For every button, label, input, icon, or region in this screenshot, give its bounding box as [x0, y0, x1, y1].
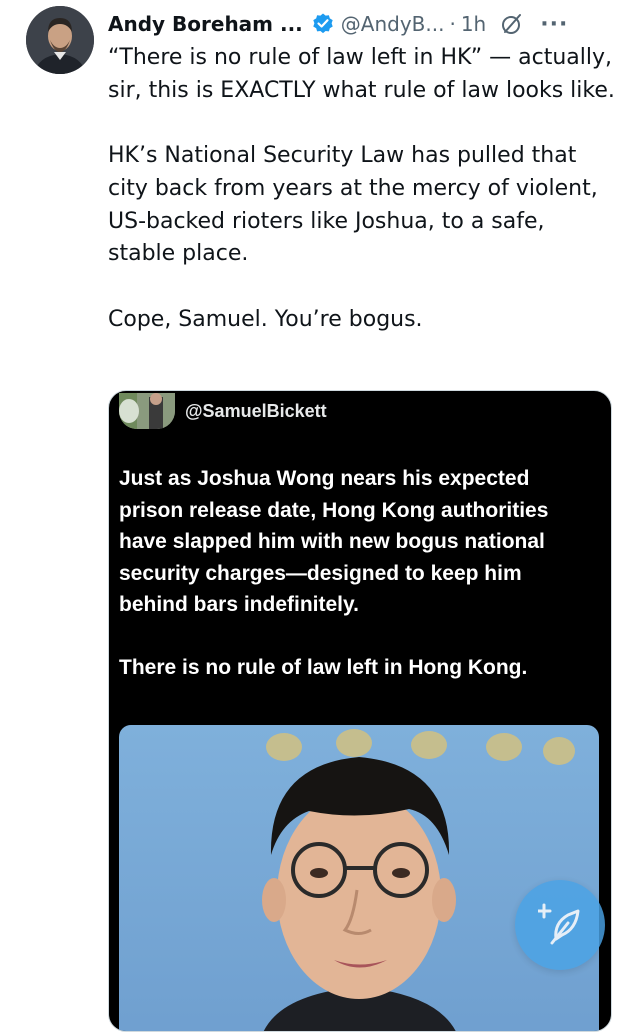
quoted-author-avatar: [119, 393, 175, 429]
compose-post-icon: [536, 901, 582, 949]
tweet-timestamp[interactable]: 1h: [461, 12, 486, 36]
quoted-post-text: Just as Joshua Wong nears his expected p…: [119, 463, 594, 684]
author-handle[interactable]: @AndyB...: [341, 12, 445, 36]
quoted-paragraph: There is no rule of law left in Hong Kon…: [119, 656, 528, 679]
tweet-paragraph: Cope, Samuel. You’re bogus.: [108, 306, 423, 332]
compose-post-button[interactable]: [515, 880, 605, 970]
tweet-text: “There is no rule of law left in HK” — a…: [108, 42, 618, 336]
verified-badge-icon: [311, 12, 335, 36]
quoted-post-header: @SamuelBickett: [119, 393, 327, 429]
tweet-paragraph: HK’s National Security Law has pulled th…: [108, 143, 598, 267]
quoted-paragraph: Just as Joshua Wong nears his expected p…: [119, 467, 549, 616]
tweet-header: Andy Boreham ... @AndyB... · 1h ···: [108, 8, 628, 40]
author-name[interactable]: Andy Boreham ...: [108, 12, 303, 36]
author-avatar[interactable]: [26, 6, 94, 74]
press-conference-photo: [119, 725, 599, 1031]
more-options-icon[interactable]: ···: [540, 12, 568, 37]
grok-icon[interactable]: [500, 12, 524, 36]
tweet-paragraph: “There is no rule of law left in HK” — a…: [108, 45, 615, 103]
header-separator: ·: [449, 12, 456, 36]
quoted-author-handle: @SamuelBickett: [185, 400, 327, 421]
